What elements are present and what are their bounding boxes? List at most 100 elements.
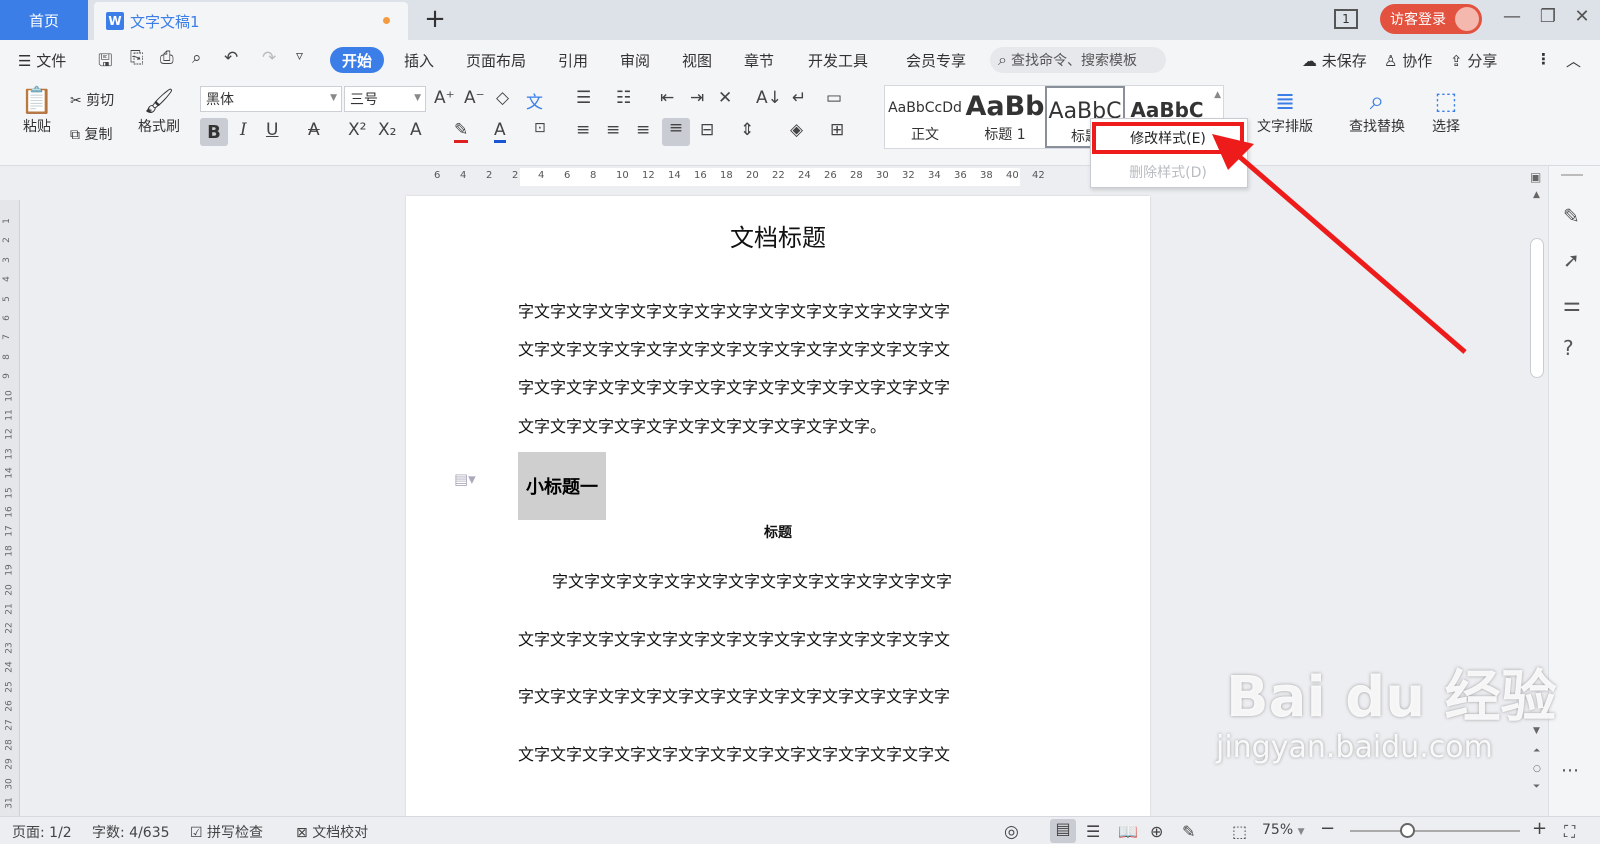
clear-format-icon[interactable]: ◇ — [496, 88, 509, 108]
tab-home[interactable]: 首页 — [0, 0, 88, 40]
tab-start[interactable]: 开始 — [330, 47, 384, 73]
decrease-indent-icon[interactable]: ⇤ — [660, 88, 674, 108]
text-layout-button[interactable]: ≣ 文字排版 — [1254, 86, 1316, 136]
doc-proof-button[interactable]: ⊠ 文档校对 — [296, 822, 368, 842]
table-border-icon[interactable]: ▭ — [826, 88, 842, 108]
document-page[interactable]: 文档标题 字文字文字文字文字文字文字文字文字文字文字文字文字文字 文字文字文字文… — [406, 196, 1150, 816]
bullet-list-icon[interactable]: ☰ — [576, 88, 591, 108]
font-size-select[interactable]: 三号 ▼ — [344, 86, 426, 112]
tab-insert[interactable]: 插入 — [404, 50, 434, 71]
more-options-icon[interactable]: ⋯ — [1561, 760, 1579, 781]
char-border-icon[interactable]: ⊡ — [534, 120, 546, 136]
grow-font-icon[interactable]: A⁺ — [434, 88, 455, 108]
zoom-in-button[interactable]: + — [1532, 818, 1547, 839]
align-center-icon[interactable]: ≡ — [606, 120, 620, 140]
settings-sliders-icon[interactable]: ⚌ — [1563, 292, 1581, 316]
copy-button[interactable]: ⧉ 复制 — [70, 124, 112, 144]
write-view-icon[interactable]: ✎ — [1182, 822, 1195, 841]
tab-review[interactable]: 审阅 — [620, 50, 650, 71]
page-view-icon[interactable]: ▤ — [1050, 819, 1076, 843]
page-count-icon[interactable]: 1 — [1334, 9, 1358, 29]
italic-button[interactable]: I — [240, 120, 247, 140]
search-box[interactable]: ⌕ 查找命令、搜索模板 — [990, 47, 1166, 73]
minimize-icon[interactable]: — — [1500, 6, 1524, 27]
scroll-up-arrow-icon[interactable]: ▲ — [1533, 190, 1540, 200]
sort-icon[interactable]: A↓ — [756, 88, 782, 108]
tab-references[interactable]: 引用 — [558, 50, 588, 71]
format-painter-button[interactable]: 🖌 格式刷 — [134, 86, 184, 136]
more-icon[interactable]: ⋮ — [1536, 50, 1551, 68]
bold-button[interactable]: B — [200, 118, 228, 146]
tab-view[interactable]: 视图 — [682, 50, 712, 71]
unsaved-button[interactable]: ☁ 未保存 — [1302, 50, 1367, 71]
paragraph-handle-icon[interactable]: ▤▾ — [454, 470, 476, 488]
undo-icon[interactable]: ↶ — [224, 48, 238, 68]
font-color-icon[interactable]: A — [494, 120, 506, 143]
page-nav-icon[interactable]: ▣ — [1530, 170, 1541, 184]
select-button[interactable]: ⬚ 选择 — [1422, 86, 1470, 136]
cut-button[interactable]: ✂ 剪切 — [70, 90, 114, 110]
fit-page-icon[interactable]: ⬚ — [1232, 822, 1247, 841]
strikethrough-icon[interactable]: A — [308, 120, 320, 140]
subheading-selected[interactable]: 小标题一 — [518, 452, 606, 520]
zoom-slider-track[interactable] — [1350, 830, 1520, 832]
zoom-out-button[interactable]: − — [1320, 818, 1335, 839]
paste-button[interactable]: 📋 粘贴 — [14, 86, 60, 136]
style-heading1[interactable]: AaBb 标题 1 — [965, 86, 1045, 148]
print-icon[interactable]: ⎙ — [160, 48, 174, 68]
page-status[interactable]: 页面: 1/2 — [12, 822, 72, 842]
file-menu[interactable]: ☰ 文件 — [18, 50, 66, 71]
chinese-layout-icon[interactable]: ✕ — [718, 88, 732, 108]
show-marks-icon[interactable]: ↵ — [792, 88, 806, 108]
justify-icon[interactable]: ≡ — [662, 118, 690, 146]
find-replace-button[interactable]: ⌕ 查找替换 — [1340, 86, 1414, 136]
new-tab-button[interactable]: + — [420, 4, 450, 34]
phonetic-icon[interactable]: 文 — [526, 88, 543, 113]
subscript-icon[interactable]: X₂ — [378, 120, 396, 140]
tab-member[interactable]: 会员专享 — [906, 50, 966, 71]
horizontal-ruler[interactable]: 6 4 2 2 4 6 8 10 12 14 16 18 20 22 24 26 28 30 32 34 36 38 40 4… — [420, 166, 1090, 188]
outline-view-icon[interactable]: ☰ — [1086, 822, 1100, 841]
tab-page-layout[interactable]: 页面布局 — [466, 50, 526, 71]
text-effect-icon[interactable]: A — [410, 120, 422, 140]
align-left-icon[interactable]: ≡ — [576, 120, 590, 140]
tab-developer[interactable]: 开发工具 — [808, 50, 868, 71]
scroll-up-icon[interactable]: ▲ — [1214, 90, 1221, 100]
underline-button[interactable]: U — [266, 120, 278, 140]
login-button[interactable]: 访客登录 — [1380, 4, 1482, 34]
pen-icon[interactable]: ✎ — [1563, 204, 1580, 228]
shading-icon[interactable]: ◈ — [790, 120, 803, 140]
word-count[interactable]: 字数: 4/635 — [92, 822, 170, 842]
vertical-ruler[interactable]: 1 2 3 4 5 6 7 8 9 10 11 12 13 14 15 16 17 18 19 20 21 22 23 24 2… — [0, 200, 20, 820]
scroll-thumb[interactable] — [1530, 238, 1544, 378]
increase-indent-icon[interactable]: ⇥ — [690, 88, 704, 108]
tab-section[interactable]: 章节 — [744, 50, 774, 71]
font-name-select[interactable]: 黑体 ▼ — [200, 86, 342, 112]
close-icon[interactable]: ✕ — [1570, 6, 1594, 27]
align-right-icon[interactable]: ≡ — [636, 120, 650, 140]
zoom-select[interactable]: 75% ▼ — [1262, 822, 1305, 838]
cursor-icon[interactable]: ➚ — [1563, 248, 1580, 272]
collab-button[interactable]: ♙ 协作 — [1384, 50, 1432, 71]
read-view-icon[interactable]: 📖 — [1118, 822, 1138, 841]
help-icon[interactable]: ? — [1563, 336, 1574, 360]
style-normal[interactable]: AaBbCcDd 正文 — [885, 86, 965, 148]
next-page-icon[interactable]: ⏷ — [1533, 782, 1540, 792]
shrink-font-icon[interactable]: A⁻ — [464, 88, 485, 108]
eye-protect-icon[interactable]: ◎ — [1004, 822, 1019, 842]
customize-icon[interactable]: ▿ — [296, 48, 303, 64]
line-spacing-icon[interactable]: ⇕ — [740, 120, 754, 140]
web-view-icon[interactable]: ⊕ — [1150, 822, 1163, 841]
export-icon[interactable]: ⎘ — [130, 48, 144, 68]
highlight-icon[interactable]: ✎ — [454, 120, 469, 143]
collapse-ribbon-icon[interactable]: ︿ — [1566, 50, 1581, 71]
number-list-icon[interactable]: ☷ — [616, 88, 631, 108]
distribute-icon[interactable]: ⊟ — [700, 120, 714, 140]
redo-icon[interactable]: ↷ — [262, 48, 276, 68]
spell-check-button[interactable]: ☑ 拼写检查 — [190, 822, 263, 842]
tab-document[interactable]: W 文字文稿1 — [94, 2, 408, 40]
borders-icon[interactable]: ⊞ — [830, 120, 844, 140]
share-button[interactable]: ⇪ 分享 — [1450, 50, 1497, 71]
superscript-icon[interactable]: X² — [348, 120, 366, 140]
fullscreen-icon[interactable]: ⛶ — [1564, 822, 1575, 842]
